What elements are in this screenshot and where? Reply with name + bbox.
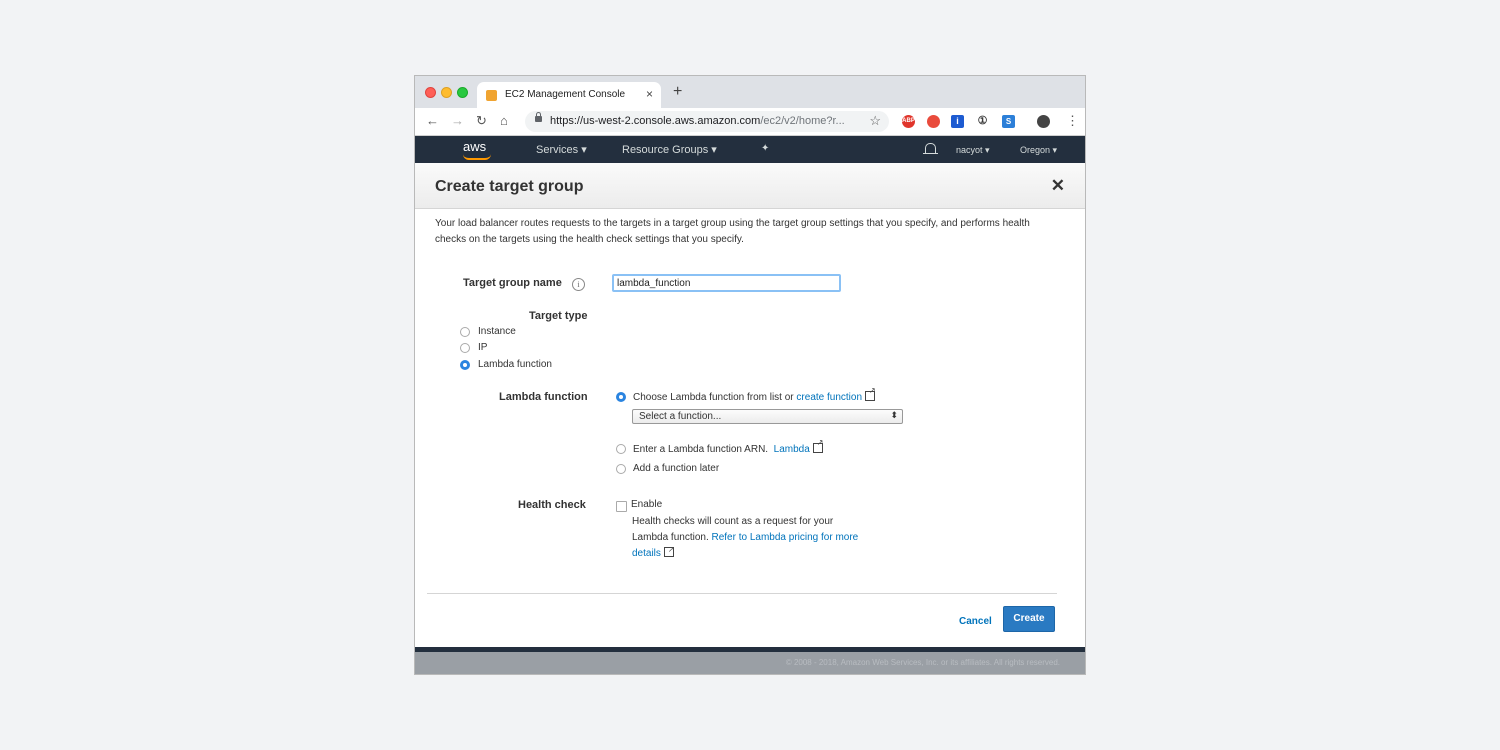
health-check-label: Health check [518, 499, 586, 511]
target-type-label: Target type [529, 310, 588, 322]
abp-extension-icon[interactable]: ABP [902, 115, 915, 128]
copyright-text: © 2008 - 2018, Amazon Web Services, Inc.… [785, 658, 1060, 667]
services-menu[interactable]: Services ▾ [536, 143, 587, 156]
lambda-function-label: Lambda function [499, 391, 588, 403]
profile-avatar[interactable] [1037, 115, 1050, 128]
external-link-icon [663, 542, 675, 558]
resource-groups-menu[interactable]: Resource Groups ▾ [622, 143, 717, 156]
lambda-link[interactable]: Lambda [774, 444, 810, 455]
select-placeholder: Select a function... [639, 411, 722, 422]
lambda-pricing-details-link[interactable]: details [632, 548, 661, 559]
enter-arn-radio[interactable] [616, 444, 626, 454]
address-bar[interactable]: https://us-west-2.console.aws.amazon.com… [525, 111, 889, 132]
external-link-icon [812, 438, 823, 453]
region-menu[interactable]: Oregon ▾ [1020, 145, 1057, 156]
cancel-button[interactable]: Cancel [959, 616, 992, 627]
choose-from-list-radio[interactable] [616, 392, 626, 402]
aws-logo[interactable]: aws [463, 139, 486, 154]
aws-smile-icon [463, 154, 491, 160]
chrome-extension-icon[interactable] [927, 115, 940, 128]
info-icon[interactable]: i [572, 278, 585, 291]
aws-favicon-icon [486, 90, 497, 101]
bell-icon[interactable] [923, 143, 938, 154]
pin-icon[interactable]: ✦ [761, 143, 769, 154]
target-type-lambda-label: Lambda function [478, 359, 552, 370]
modal-title: Create target group [435, 178, 584, 195]
choose-from-list-label: Choose Lambda function from list or crea… [633, 386, 876, 403]
target-type-instance-radio[interactable] [460, 327, 470, 337]
create-button[interactable]: Create [1003, 606, 1055, 632]
onepassword-extension-icon[interactable]: ① [976, 115, 989, 128]
forward-arrow-icon[interactable]: → [451, 113, 464, 128]
close-icon[interactable]: ✕ [1051, 176, 1065, 196]
health-check-help: Health checks will count as a request fo… [632, 514, 902, 562]
modal-header: Create target group ✕ [415, 163, 1085, 209]
target-group-name-input[interactable] [612, 274, 841, 292]
create-function-link[interactable]: create function [796, 392, 862, 403]
browser-window: EC2 Management Console × + ← → ↻ ⌂ https… [414, 75, 1086, 675]
page-footer: © 2008 - 2018, Amazon Web Services, Inc.… [415, 652, 1085, 674]
target-type-instance-label: Instance [478, 326, 516, 337]
tab-title: EC2 Management Console [505, 89, 626, 100]
url-text: https://us-west-2.console.aws.amazon.com… [550, 115, 845, 127]
lambda-function-select[interactable]: Select a function... ⬍ [632, 409, 903, 424]
maximize-window-button[interactable] [457, 87, 468, 98]
target-type-lambda-radio[interactable] [460, 360, 470, 370]
skype-extension-icon[interactable]: S [1002, 115, 1015, 128]
info-extension-icon[interactable]: i [951, 115, 964, 128]
target-type-ip-radio[interactable] [460, 343, 470, 353]
home-icon[interactable]: ⌂ [500, 113, 508, 128]
reload-icon[interactable]: ↻ [476, 113, 487, 129]
browser-toolbar: ← → ↻ ⌂ https://us-west-2.console.aws.am… [415, 108, 1085, 136]
aws-top-nav: aws Services ▾ Resource Groups ▾ ✦ nacyo… [415, 136, 1085, 163]
tab-strip: EC2 Management Console × + [415, 76, 1085, 108]
footer-divider [427, 593, 1057, 594]
browser-tab[interactable]: EC2 Management Console × [477, 82, 661, 108]
tab-close-icon[interactable]: × [646, 87, 653, 101]
bookmark-star-icon[interactable]: ☆ [869, 113, 881, 129]
health-check-enable-checkbox[interactable] [616, 501, 627, 512]
select-arrows-icon: ⬍ [890, 410, 898, 420]
lambda-pricing-link[interactable]: Refer to Lambda pricing for more [712, 532, 859, 543]
external-link-icon [865, 386, 876, 401]
add-later-label: Add a function later [633, 463, 720, 474]
add-later-radio[interactable] [616, 464, 626, 474]
target-group-name-label: Target group name [463, 277, 562, 289]
new-tab-button[interactable]: + [673, 83, 682, 101]
account-menu[interactable]: nacyot ▾ [956, 145, 990, 156]
modal-description: Your load balancer routes requests to th… [435, 218, 1030, 245]
health-check-enable-label: Enable [631, 499, 663, 510]
lock-icon [535, 112, 542, 122]
enter-arn-label: Enter a Lambda function ARN. Lambda [633, 438, 823, 455]
minimize-window-button[interactable] [441, 87, 452, 98]
close-window-button[interactable] [425, 87, 436, 98]
back-arrow-icon[interactable]: ← [426, 113, 439, 128]
more-menu-icon[interactable]: ⋮ [1066, 113, 1079, 129]
target-type-ip-label: IP [478, 342, 488, 353]
